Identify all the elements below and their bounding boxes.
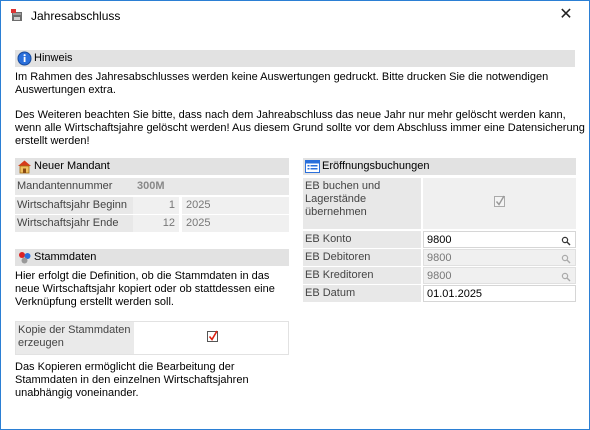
- wj-ende-month: 12: [133, 215, 179, 232]
- hinweis-text-1-line2: Auswertungen extra.: [15, 84, 116, 96]
- stammdaten-note: Das Kopieren ermöglicht die Bearbeitung …: [15, 361, 295, 400]
- stammdaten-note-line1: Das Kopieren ermöglicht die Bearbeitung …: [15, 361, 235, 373]
- eroeffnung-title: Eröffnungsbuchungen: [322, 160, 430, 172]
- eb-debitoren-label: EB Debitoren: [303, 249, 421, 266]
- wj-ende-label: Wirtschaftsjahr Ende: [15, 215, 133, 232]
- eb-konto-label: EB Konto: [303, 231, 421, 248]
- mandant-header: Neuer Mandant: [15, 158, 289, 175]
- eb-buchen-label-line3: übernehmen: [305, 206, 367, 218]
- mandantennummer-row: Mandantennummer 300M: [15, 178, 289, 195]
- wj-beginn-year: 2025: [182, 197, 289, 214]
- dialog-content: Hinweis Im Rahmen des Jahresabschlusses …: [1, 31, 589, 429]
- title-bar[interactable]: Jahresabschluss ✕: [1, 1, 589, 31]
- eb-buchen-row: EB buchen und Lagerstände übernehmen: [303, 178, 576, 229]
- close-button[interactable]: ✕: [543, 1, 589, 31]
- stammdaten-desc-line3: Verknüpfung erstellt werden soll.: [15, 296, 174, 308]
- wj-beginn-month: 1: [133, 197, 179, 214]
- eb-debitoren-value: 9800: [427, 252, 452, 264]
- hinweis-text-1: Im Rahmen des Jahresabschlusses werden k…: [15, 71, 580, 97]
- hinweis-text-1-line1: Im Rahmen des Jahresabschlusses werden k…: [15, 71, 549, 83]
- eb-buchen-label-line2: Lagerstände: [305, 193, 367, 205]
- eb-datum-input[interactable]: 01.01.2025: [423, 285, 576, 302]
- hinweis-text-2-line3: erstellt werden!: [15, 135, 90, 147]
- kopie-checkbox[interactable]: [206, 330, 220, 344]
- stammdaten-desc: Hier erfolgt die Definition, ob die Stam…: [15, 270, 295, 309]
- hinweis-text-2-line2: wenn alle Wirtschaftsjahre gelöscht werd…: [15, 122, 585, 134]
- search-icon: [561, 271, 571, 282]
- eroeffnung-header: Eröffnungsbuchungen: [303, 158, 576, 175]
- kopie-label-line2: erzeugen: [18, 337, 64, 349]
- mandantennummer-label: Mandantennummer: [15, 178, 133, 195]
- stammdaten-header: Stammdaten: [15, 249, 289, 266]
- stammdaten-note-line3: unabhängig voneinander.: [15, 387, 139, 399]
- eb-konto-row: EB Konto 9800: [303, 231, 576, 248]
- eb-kreditoren-value: 9800: [427, 270, 452, 282]
- hinweis-text-2: Des Weiteren beachten Sie bitte, dass na…: [15, 109, 585, 148]
- hinweis-header: Hinweis: [15, 50, 575, 67]
- search-icon: [561, 253, 571, 264]
- eb-kreditoren-input: 9800: [423, 267, 576, 284]
- eb-debitoren-row: EB Debitoren 9800: [303, 249, 576, 266]
- mandantennummer-value: 300M: [133, 178, 289, 195]
- wj-ende-year: 2025: [182, 215, 289, 232]
- dialog-window: Jahresabschluss ✕ Hinweis Im Rahmen des …: [0, 0, 590, 430]
- eb-buchen-checkbox[interactable]: [493, 195, 507, 209]
- eb-buchen-label-line1: EB buchen und: [305, 180, 381, 192]
- window-title: Jahresabschluss: [31, 9, 121, 23]
- info-icon: [17, 51, 32, 66]
- stammdaten-icon: [17, 250, 32, 265]
- list-icon: [305, 159, 320, 174]
- eb-buchen-label: EB buchen und Lagerstände übernehmen: [303, 178, 421, 229]
- app-icon: [9, 7, 25, 23]
- hinweis-text-2-line1: Des Weiteren beachten Sie bitte, dass na…: [15, 109, 566, 121]
- wj-beginn-row: Wirtschaftsjahr Beginn 1 2025: [15, 197, 289, 214]
- eb-buchen-value: [423, 178, 576, 229]
- eb-kreditoren-label: EB Kreditoren: [303, 267, 421, 284]
- eb-datum-label: EB Datum: [303, 285, 421, 302]
- eb-datum-row: EB Datum 01.01.2025: [303, 285, 576, 302]
- stammdaten-note-line2: Stammdaten in den einzelnen Wirtschaftsj…: [15, 374, 249, 386]
- eb-kreditoren-row: EB Kreditoren 9800: [303, 267, 576, 284]
- kopie-row: Kopie der Stammdaten erzeugen: [15, 321, 289, 355]
- house-icon: [17, 159, 32, 174]
- hinweis-title: Hinweis: [34, 52, 73, 64]
- stammdaten-desc-line1: Hier erfolgt die Definition, ob die Stam…: [15, 270, 270, 282]
- wj-beginn-label: Wirtschaftsjahr Beginn: [15, 197, 133, 214]
- eb-konto-input[interactable]: 9800: [423, 231, 576, 248]
- wj-ende-row: Wirtschaftsjahr Ende 12 2025: [15, 215, 289, 232]
- stammdaten-title: Stammdaten: [34, 251, 97, 263]
- mandant-title: Neuer Mandant: [34, 160, 110, 172]
- kopie-label-line1: Kopie der Stammdaten: [18, 324, 131, 336]
- search-icon[interactable]: [561, 235, 571, 246]
- stammdaten-desc-line2: neue Wirtschaftsjahr kopiert oder ob sta…: [15, 283, 275, 295]
- eb-debitoren-input: 9800: [423, 249, 576, 266]
- eb-datum-value: 01.01.2025: [427, 288, 483, 300]
- eb-konto-value: 9800: [427, 234, 452, 246]
- kopie-label: Kopie der Stammdaten erzeugen: [16, 322, 134, 354]
